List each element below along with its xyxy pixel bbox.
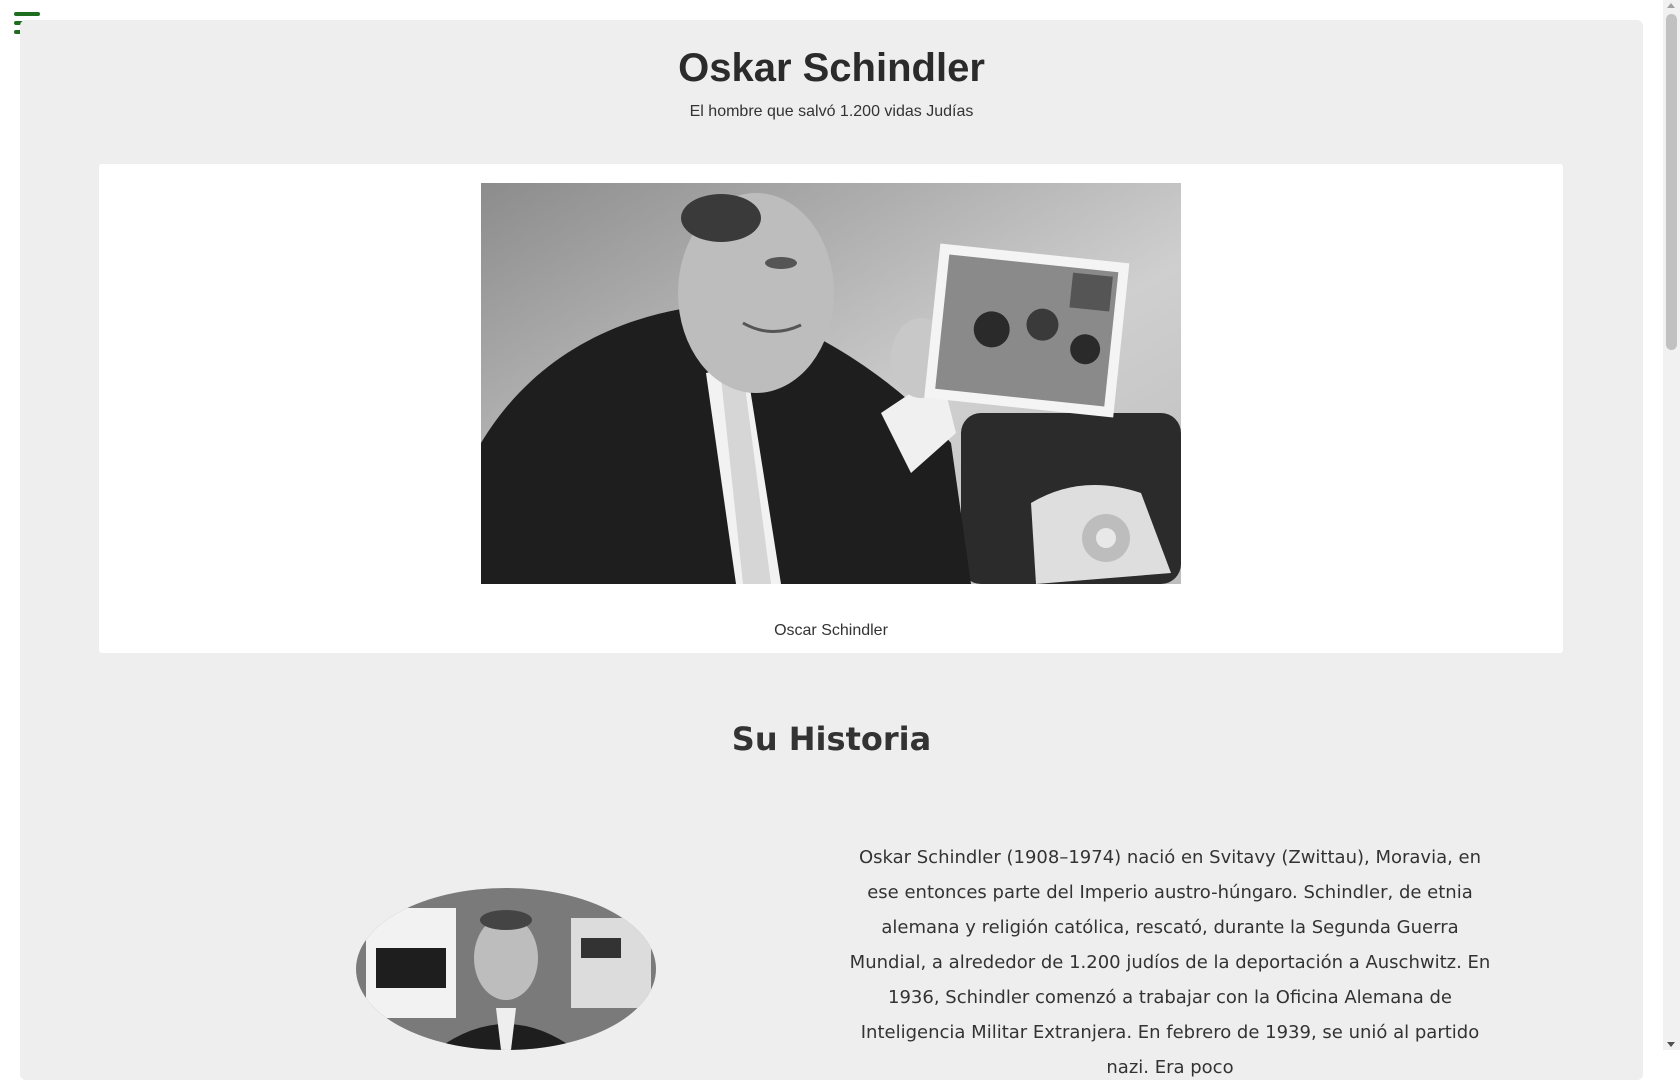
- image-caption: Oscar Schindler: [774, 622, 888, 639]
- scroll-up-icon[interactable]: [1667, 3, 1675, 8]
- scroll-down-icon[interactable]: [1667, 1042, 1675, 1047]
- page-subtitle: El hombre que salvó 1.200 vidas Judías: [689, 103, 974, 120]
- history-paragraph: Oskar Schindler (1908–1974) nació en Svi…: [849, 847, 1491, 1078]
- page-title: Oskar Schindler: [678, 46, 985, 90]
- image-card: Oscar Schindler: [99, 164, 1563, 653]
- portrait-photo: [356, 888, 656, 1050]
- vertical-scrollbar[interactable]: [1663, 0, 1680, 1050]
- scrollbar-thumb[interactable]: [1666, 14, 1677, 350]
- section-heading: Su Historia: [731, 720, 932, 758]
- page-container: Oskar Schindler El hombre que salvó 1.20…: [20, 20, 1643, 1080]
- main-photo: [481, 183, 1181, 584]
